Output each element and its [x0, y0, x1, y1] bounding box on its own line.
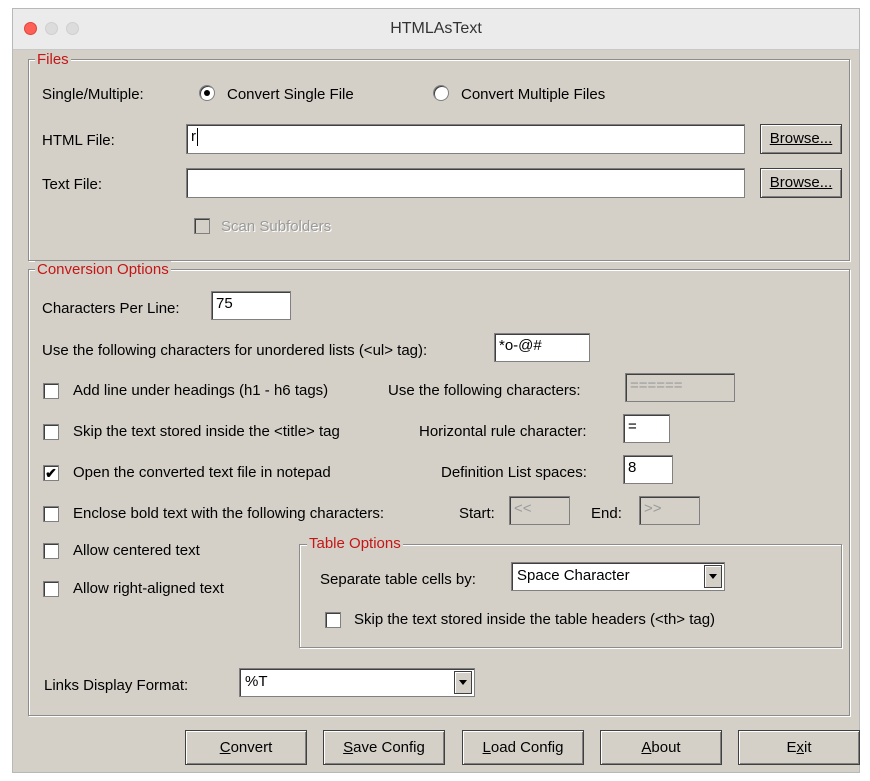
- separate-cells-dropdown[interactable]: Space Character: [511, 562, 725, 591]
- load-config-button[interactable]: Load Config: [462, 730, 584, 765]
- html-file-value: r: [191, 128, 196, 145]
- add-line-headings-checkbox[interactable]: [43, 383, 59, 399]
- radio-single-label[interactable]: Convert Single File: [227, 86, 354, 104]
- ul-chars-input[interactable]: *o-@#: [494, 333, 590, 362]
- table-options-legend: Table Options: [307, 535, 403, 552]
- allow-right-label[interactable]: Allow right-aligned text: [73, 580, 224, 598]
- browse-text-button[interactable]: Browse...: [760, 168, 842, 198]
- hr-char-label: Horizontal rule character:: [419, 423, 587, 440]
- end-input[interactable]: >>: [639, 496, 700, 525]
- radio-single-file[interactable]: [199, 85, 215, 101]
- chevron-down-icon[interactable]: [454, 671, 472, 694]
- text-file-label: Text File:: [42, 176, 103, 193]
- radio-multiple-files[interactable]: [433, 85, 449, 101]
- dl-spaces-input[interactable]: 8: [623, 455, 673, 484]
- save-config-button[interactable]: Save Config: [323, 730, 445, 765]
- add-line-headings-label[interactable]: Add line under headings (h1 - h6 tags): [73, 382, 328, 400]
- dl-spaces-label: Definition List spaces:: [441, 464, 587, 481]
- window-title: HTMLAsText: [390, 20, 482, 37]
- radio-selected-dot: [204, 90, 210, 96]
- end-label: End:: [591, 505, 622, 522]
- browse-html-button[interactable]: Browse...: [760, 124, 842, 154]
- links-format-label: Links Display Format:: [44, 677, 189, 694]
- open-notepad-label[interactable]: Open the converted text file in notepad: [73, 464, 331, 482]
- skip-title-label[interactable]: Skip the text stored inside the <title> …: [73, 423, 340, 441]
- conversion-options-legend: Conversion Options: [35, 261, 171, 278]
- heading-chars-input[interactable]: ======: [625, 373, 735, 402]
- radio-multiple-label[interactable]: Convert Multiple Files: [461, 86, 605, 104]
- allow-centered-checkbox[interactable]: [43, 543, 59, 559]
- table-options-group: [299, 544, 842, 648]
- html-file-input[interactable]: r: [186, 124, 745, 154]
- skip-th-checkbox[interactable]: [325, 612, 341, 628]
- skip-th-label[interactable]: Skip the text stored inside the table he…: [354, 611, 715, 629]
- enclose-bold-label[interactable]: Enclose bold text with the following cha…: [73, 505, 384, 523]
- skip-title-checkbox[interactable]: [43, 424, 59, 440]
- about-button[interactable]: About: [600, 730, 722, 765]
- enclose-bold-checkbox[interactable]: [43, 506, 59, 522]
- allow-centered-label[interactable]: Allow centered text: [73, 542, 200, 560]
- start-input[interactable]: <<: [509, 496, 570, 525]
- chars-per-line-input[interactable]: 75: [211, 291, 291, 320]
- scan-subfolders-label: Scan Subfolders: [221, 218, 332, 235]
- chars-per-line-label: Characters Per Line:: [42, 300, 180, 317]
- app-window: HTMLAsText Files Single/Multiple: Conver…: [12, 8, 860, 773]
- links-format-dropdown[interactable]: %T: [239, 668, 475, 697]
- start-label: Start:: [459, 505, 495, 522]
- html-file-label: HTML File:: [42, 132, 115, 149]
- separate-cells-value: Space Character: [517, 567, 630, 584]
- chevron-down-icon[interactable]: [704, 565, 722, 588]
- scan-subfolders-checkbox[interactable]: [194, 218, 210, 234]
- conversion-options-group: [28, 269, 850, 716]
- links-format-value: %T: [245, 673, 268, 690]
- heading-chars-label: Use the following characters:: [388, 382, 581, 399]
- title-bar: HTMLAsText: [13, 9, 859, 50]
- files-legend: Files: [35, 51, 71, 68]
- text-caret: [197, 128, 198, 147]
- exit-button[interactable]: Exit: [738, 730, 860, 765]
- ul-chars-label: Use the following characters for unorder…: [42, 342, 428, 359]
- hr-char-input[interactable]: =: [623, 414, 670, 443]
- open-notepad-checkbox[interactable]: ✔: [43, 465, 59, 481]
- convert-button[interactable]: Convert: [185, 730, 307, 765]
- separate-cells-label: Separate table cells by:: [320, 571, 476, 588]
- text-file-input[interactable]: [186, 168, 745, 198]
- allow-right-checkbox[interactable]: [43, 581, 59, 597]
- mode-label: Single/Multiple:: [42, 86, 144, 103]
